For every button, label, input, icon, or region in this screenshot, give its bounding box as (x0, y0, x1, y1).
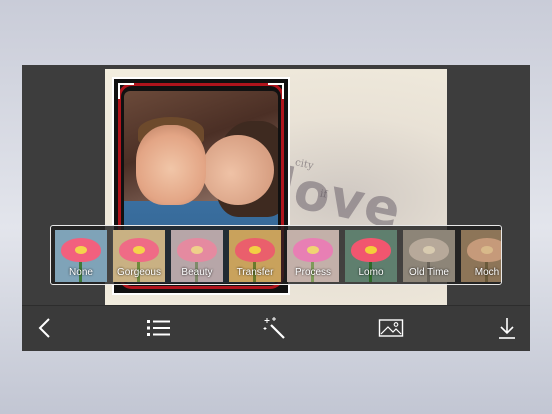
filter-list: None Gorgeous Beauty Transfer Process Lomo Old… (55, 230, 501, 282)
flower-center (365, 246, 377, 254)
filter-label: Moch (474, 267, 500, 278)
filter-item[interactable]: Lomo (345, 230, 397, 282)
filter-label: Gorgeous (117, 267, 161, 278)
filter-item[interactable]: Beauty (171, 230, 223, 282)
back-button[interactable] (30, 314, 60, 342)
filter-item[interactable]: Moch (461, 230, 501, 282)
flower-center (75, 246, 87, 254)
menu-button[interactable] (144, 314, 174, 342)
filter-label: Lomo (358, 267, 384, 278)
filter-label: Transfer (236, 267, 274, 278)
flower-center (249, 246, 261, 254)
filter-label: None (69, 267, 93, 278)
photo-detail (136, 125, 206, 205)
filter-item[interactable]: None (55, 230, 107, 282)
filter-item[interactable]: Old Time (403, 230, 455, 282)
download-button[interactable] (492, 314, 522, 342)
resize-handle-icon[interactable] (268, 83, 284, 99)
magic-wand-button[interactable] (260, 314, 290, 342)
bottom-toolbar (22, 305, 530, 351)
background-image-button[interactable] (376, 314, 406, 342)
filter-strip[interactable]: None Gorgeous Beauty Transfer Process Lomo Old… (50, 225, 502, 285)
photo-detail (202, 135, 274, 205)
filter-label: Old Time (408, 267, 449, 278)
flower-center (133, 246, 145, 254)
image-icon (378, 319, 404, 337)
magic-wand-icon (263, 317, 285, 339)
download-icon (499, 318, 515, 339)
flower-center (423, 246, 435, 254)
flower-center (307, 246, 319, 254)
chevron-left-icon (38, 318, 50, 338)
list-icon (147, 320, 170, 336)
filter-label: Process (294, 267, 332, 278)
editor-window: love city if None Gorgeous Beauty Transfer P… (22, 65, 530, 351)
filter-item[interactable]: Gorgeous (113, 230, 165, 282)
filter-label: Beauty (181, 267, 213, 278)
editor-stage: love city if None Gorgeous Beauty Transfer P… (22, 65, 530, 305)
filter-item[interactable]: Transfer (229, 230, 281, 282)
flower-center (191, 246, 203, 254)
filter-item[interactable]: Process (287, 230, 339, 282)
flower-center (481, 246, 493, 254)
resize-handle-icon[interactable] (118, 83, 134, 99)
